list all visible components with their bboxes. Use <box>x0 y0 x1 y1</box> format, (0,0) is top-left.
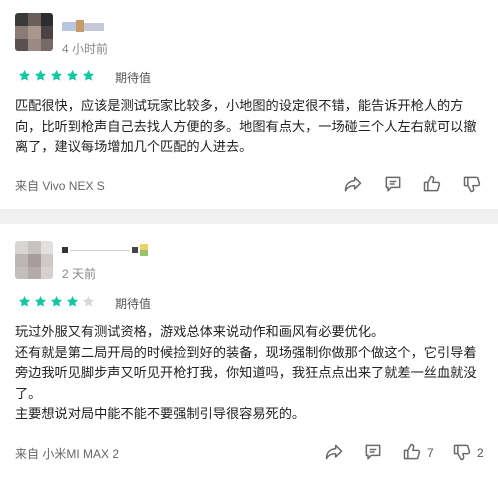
review-time: 2 天前 <box>62 267 97 281</box>
comment-button[interactable] <box>381 172 405 196</box>
device-label: 来自 小米MI MAX 2 <box>15 447 120 461</box>
star-icon <box>66 295 79 308</box>
username-masked[interactable] <box>62 244 154 256</box>
review-time: 4 小时前 <box>62 42 109 56</box>
thumbs-down-icon <box>453 444 471 461</box>
rating-label: 期待值 <box>115 297 152 311</box>
thumbs-up-icon <box>403 443 421 460</box>
dislike-button[interactable] <box>460 172 484 196</box>
share-button[interactable] <box>341 172 365 196</box>
star-empty-icon <box>82 295 95 308</box>
star-icon <box>34 295 47 308</box>
rating-label: 期待值 <box>115 71 152 85</box>
share-icon <box>325 444 343 460</box>
comment-icon <box>365 444 381 460</box>
review-body: 玩过外服又有测试资格，游戏总体来说动作和画风有必要优化。 还有就是第二局开局的时… <box>15 322 485 425</box>
thumbs-up-icon <box>423 175 441 192</box>
dislike-button[interactable] <box>450 440 474 464</box>
star-icon <box>50 69 63 82</box>
star-icon <box>34 69 47 82</box>
like-button[interactable] <box>420 172 444 196</box>
review-paragraph: 匹配很快，应该是测试玩家比较多，小地图的设定很不错，能告诉开枪人的方向，比听到枪… <box>15 98 477 154</box>
avatar[interactable] <box>15 13 53 51</box>
review-body: 匹配很快，应该是测试玩家比较多，小地图的设定很不错，能告诉开枪人的方向，比听到枪… <box>15 96 485 158</box>
like-button[interactable] <box>400 440 424 464</box>
star-rating <box>18 295 95 308</box>
comment-button[interactable] <box>361 440 385 464</box>
review-paragraph: 主要想说对局中能不能不要强制引导很容易死的。 <box>15 406 306 421</box>
star-rating <box>18 69 95 82</box>
share-button[interactable] <box>322 440 346 464</box>
dislike-count: 2 <box>477 446 484 460</box>
username-masked[interactable] <box>62 20 104 32</box>
comment-icon <box>385 176 401 192</box>
review-card: 4 小时前 期待值 匹配很快，应该是测试玩家比较多，小地图的设定很不错，能告诉开… <box>0 0 498 209</box>
star-icon <box>50 295 63 308</box>
share-icon <box>344 176 362 192</box>
review-paragraph: 还有就是第二局开局的时候捡到好的装备，现场强制你做那个做这个，它引导着旁边我听见… <box>15 344 477 401</box>
avatar[interactable] <box>15 241 53 279</box>
star-icon <box>18 69 31 82</box>
star-icon <box>82 69 95 82</box>
device-label: 来自 Vivo NEX S <box>15 179 105 193</box>
star-icon <box>18 295 31 308</box>
review-paragraph: 玩过外服又有测试资格，游戏总体来说动作和画风有必要优化。 <box>15 324 385 339</box>
thumbs-down-icon <box>463 176 481 193</box>
star-icon <box>66 69 79 82</box>
like-count: 7 <box>427 446 434 460</box>
